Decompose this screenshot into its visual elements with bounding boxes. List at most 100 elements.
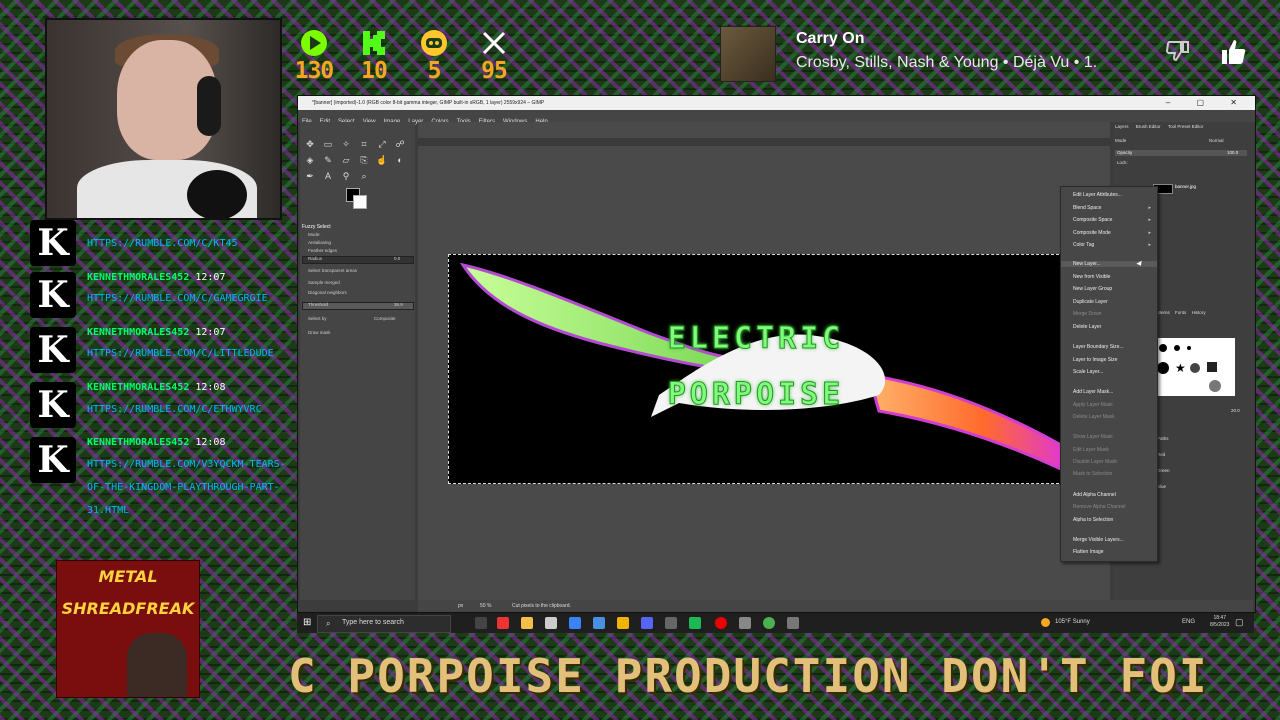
chat-message: HTTPS://RUMBLE.COM/C/LITTLEDUDE [87, 348, 274, 359]
brush-grid[interactable]: ★ [1155, 338, 1235, 396]
smudge-icon[interactable]: ☝ [376, 154, 388, 166]
canvas-area[interactable]: ELECTRIC PORPOISE [418, 122, 1110, 600]
channel-green[interactable]: Green [1157, 468, 1170, 473]
logo-line1: METAL [98, 567, 158, 586]
paths-icon[interactable]: ✒ [304, 170, 316, 182]
window-titlebar[interactable]: *[banner] (imported)-1.0 (RGB color 8-bi… [298, 96, 1255, 110]
bucket-fill-icon[interactable]: ◈ [304, 154, 316, 166]
thumbs-down-icon[interactable] [1165, 38, 1191, 64]
chrome-icon[interactable] [763, 617, 775, 629]
menu-item-layer-boundary-size[interactable]: Layer Boundary Size... [1073, 344, 1124, 350]
menu-item-blend-space[interactable]: Blend Space [1073, 205, 1101, 211]
layer-name[interactable]: banner.jpg [1175, 184, 1196, 189]
task-view-icon[interactable] [475, 617, 487, 629]
channel-red[interactable]: Red [1157, 452, 1165, 457]
brush-tabs: Patterns Fonts History [1153, 310, 1206, 315]
menu-item-duplicate-layer[interactable]: Duplicate Layer [1073, 299, 1108, 305]
windows-start-icon[interactable]: ⊞ [303, 617, 311, 628]
menubar: FileEditSelectViewImageLayerColorsToolsF… [298, 110, 1255, 125]
menu-item-composite-space[interactable]: Composite Space [1073, 217, 1112, 223]
mode-dropdown[interactable]: Normal [1209, 138, 1224, 143]
gimp-window[interactable]: *[banner] (imported)-1.0 (RGB color 8-bi… [297, 95, 1256, 613]
draw-mask-checkbox[interactable]: Draw mask [308, 330, 331, 335]
tab-paths[interactable]: Paths [1157, 436, 1169, 441]
text-tool-icon[interactable]: A [322, 170, 334, 182]
menu-item-scale-layer[interactable]: Scale Layer... [1073, 369, 1103, 375]
tab-fonts[interactable]: Fonts [1175, 310, 1186, 315]
menu-item-delete-layer[interactable]: Delete Layer [1073, 324, 1101, 330]
menu-item-new-layer-group[interactable]: New Layer Group [1073, 286, 1112, 292]
weather-text[interactable]: 105°F Sunny [1055, 619, 1090, 625]
chat-time: 12:08 [195, 382, 226, 393]
menu-item-add-alpha-channel[interactable]: Add Alpha Channel [1073, 492, 1116, 498]
menu-item-flatten-image[interactable]: Flatten Image [1073, 549, 1104, 555]
youtube-icon[interactable] [715, 617, 727, 629]
store-icon[interactable] [545, 617, 557, 629]
menu-item-layer-to-image-size[interactable]: Layer to Image Size [1073, 357, 1117, 363]
menu-item-color-tag[interactable]: Color Tag [1073, 242, 1094, 248]
window-controls[interactable]: – ▢ ✕ [1166, 96, 1249, 110]
chrome-dev-icon[interactable] [617, 617, 629, 629]
taskbar-search[interactable]: Type here to search ⌕ [317, 615, 451, 633]
diagonal-checkbox[interactable]: Diagonal neighbors [308, 290, 347, 295]
mode-label: Mode [1115, 138, 1127, 143]
rect-select-icon[interactable]: ▭ [322, 138, 334, 150]
language-indicator[interactable]: ENG [1182, 619, 1195, 625]
menu-item-new-from-visible[interactable]: New from Visible [1073, 274, 1110, 280]
webcam-feed [45, 18, 282, 220]
background-color[interactable] [353, 195, 367, 209]
zoom-selector[interactable]: 50 % [480, 600, 491, 612]
discord-icon[interactable] [641, 617, 653, 629]
word-icon[interactable] [569, 617, 581, 629]
menu-item-alpha-to-selection[interactable]: Alpha to Selection [1073, 517, 1113, 523]
x-icon [472, 28, 516, 58]
layer-context-menu[interactable]: Edit Layer Attributes... Blend Space ▸ Co… [1060, 186, 1158, 562]
taskbar-clock[interactable]: 18:47 8/5/2023 [1210, 615, 1229, 629]
radius-label: Radius [308, 256, 323, 261]
warp-icon[interactable]: ☍ [394, 138, 406, 150]
mail-icon[interactable] [593, 617, 605, 629]
menu-item-edit-layer-attributes[interactable]: Edit Layer Attributes... [1073, 192, 1122, 198]
tab-brush-editor[interactable]: Brush Editor [1136, 124, 1161, 129]
chat-message: HTTPS://RUMBLE.COM/C/ETHWYVRC [87, 404, 262, 415]
menu-item-merge-visible-layers[interactable]: Merge Visible Layers... [1073, 537, 1124, 543]
dodge-icon[interactable]: ◐ [394, 154, 406, 166]
select-by-dropdown[interactable]: Composite [374, 316, 396, 321]
logo-portrait [127, 633, 187, 697]
menu-item-apply-layer-mask: Apply Layer Mask [1073, 402, 1113, 408]
channel-blue[interactable]: Blue [1157, 484, 1166, 489]
tab-history[interactable]: History [1192, 310, 1206, 315]
paintbrush-icon[interactable]: ✎ [322, 154, 334, 166]
transform-icon[interactable]: ⤢ [376, 138, 388, 150]
brave-icon[interactable] [497, 617, 509, 629]
move-tool-icon[interactable]: ✥ [304, 138, 316, 150]
file-explorer-icon[interactable] [521, 617, 533, 629]
zoom-icon[interactable]: ⌕ [358, 170, 370, 182]
color-picker-icon[interactable]: ⚲ [340, 170, 352, 182]
unit-selector[interactable]: px [458, 600, 463, 612]
crop-icon[interactable]: ⌗ [358, 138, 370, 150]
notepad-icon[interactable] [739, 617, 751, 629]
feather-checkbox[interactable]: Feather edges [308, 248, 337, 253]
sample-merged-checkbox[interactable]: Sample merged [308, 280, 340, 285]
thumbs-up-icon[interactable] [1220, 38, 1248, 66]
chat-avatar: K [30, 220, 76, 266]
eraser-icon[interactable]: ▱ [340, 154, 352, 166]
kick-stat: 10 [352, 28, 396, 84]
gimp-taskbar-icon[interactable] [787, 617, 799, 629]
clone-icon[interactable]: ⎘ [358, 154, 370, 166]
menu-item-add-layer-mask[interactable]: Add Layer Mask... [1073, 389, 1113, 395]
notifications-icon[interactable]: ▢ [1235, 617, 1244, 628]
menu-item-composite-mode[interactable]: Composite Mode [1073, 230, 1111, 236]
tab-tool-preset[interactable]: Tool Preset Editor [1168, 124, 1204, 129]
fuzzy-select-icon[interactable]: ✧ [340, 138, 352, 150]
app-icon[interactable] [665, 617, 677, 629]
svg-text:★: ★ [1175, 361, 1186, 375]
spotify-icon[interactable] [689, 617, 701, 629]
chat-avatar: K [30, 437, 76, 483]
antialiasing-checkbox[interactable]: Antialiasing [308, 240, 331, 245]
tab-layers[interactable]: Layers [1115, 124, 1129, 129]
transparent-checkbox[interactable]: Select transparent areas [308, 268, 357, 273]
image-canvas[interactable]: ELECTRIC PORPOISE [448, 254, 1064, 484]
windows-taskbar: ⊞ Type here to search ⌕ 105°F Sunny ENG … [297, 613, 1254, 633]
